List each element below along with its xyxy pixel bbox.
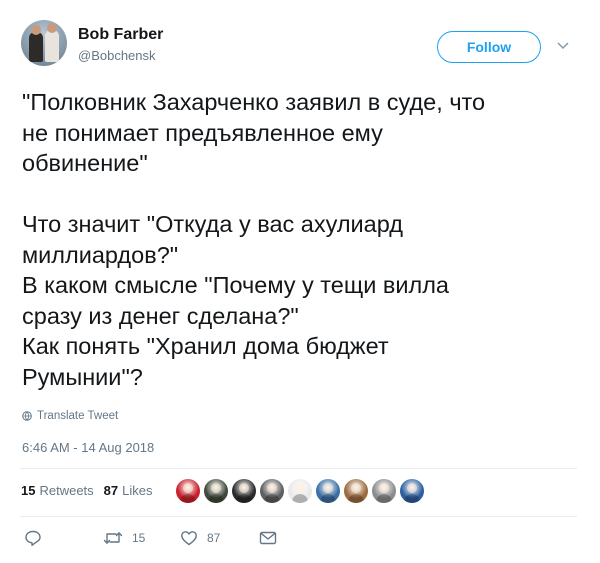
reply-icon (25, 530, 41, 546)
translate-label: Translate Tweet (37, 410, 119, 422)
tweet-line: обвинение" (22, 150, 148, 176)
envelope-icon (259, 531, 277, 545)
tweet-actions: 15 87 (0, 527, 600, 551)
retweet-button[interactable]: 15 (103, 529, 145, 547)
tweet-line: В каком смысле "Почему у тещи вилла (22, 272, 449, 298)
retweet-count: 15 (132, 531, 146, 545)
direct-message-button[interactable] (259, 530, 277, 546)
chevron-down-icon[interactable] (556, 38, 570, 52)
tweet-line: Что значит "Откуда у вас ахулиард (22, 211, 403, 237)
avatar-dark-cat-icon[interactable] (232, 479, 256, 503)
heart-icon (181, 531, 197, 546)
tweet-line: Как понять "Хранил дома бюджет (22, 333, 389, 359)
tweet-line (22, 179, 582, 210)
liker-avatars (176, 479, 424, 503)
likes-count: 87 (103, 483, 119, 498)
avatar-white-figure-icon[interactable] (288, 479, 312, 503)
tweet-line: Румынии"? (22, 363, 143, 390)
avatar-gray-icon[interactable] (260, 479, 284, 503)
author-handle[interactable]: @Bobchensk (78, 48, 156, 63)
avatar-blue-shirt-icon[interactable] (400, 479, 424, 503)
retweets-count: 15 (21, 483, 36, 498)
likes-stat[interactable]: 87 Likes (104, 483, 153, 498)
avatar-gray-man-icon[interactable] (372, 479, 396, 503)
avatar-red-icon[interactable] (176, 479, 200, 503)
follow-button[interactable]: Follow (437, 31, 541, 63)
likes-label: Likes (122, 483, 153, 498)
retweet-icon (103, 532, 123, 544)
like-count: 87 (207, 531, 221, 545)
retweets-label: Retweets (39, 483, 94, 498)
like-button[interactable]: 87 (180, 529, 220, 547)
retweets-stat[interactable]: 15 Retweets (21, 483, 94, 498)
reply-button[interactable] (24, 529, 51, 547)
tweet-line: не понимает предъявленное ему (22, 119, 383, 146)
globe-icon (22, 411, 32, 421)
tweet-stats: 15 Retweets 87 Likes (21, 483, 153, 498)
tweet-timestamp[interactable]: 6:46 AM - 14 Aug 2018 (22, 440, 154, 455)
tweet-text: "Полковник Захарченко заявил в суде, что… (22, 87, 582, 392)
tweet-line: "Полковник Захарченко заявил в суде, что (22, 89, 486, 115)
avatar-bronze-icon[interactable] (344, 479, 368, 503)
avatar-cartoon-blue-icon[interactable] (316, 479, 340, 503)
translate-tweet-link[interactable]: Translate Tweet (22, 410, 118, 422)
author-avatar[interactable] (21, 20, 67, 66)
author-name[interactable]: Bob Farber (78, 26, 163, 44)
divider (20, 468, 577, 469)
tweet-line: миллиардов?" (22, 241, 179, 268)
avatar-man-beard-icon[interactable] (204, 479, 228, 503)
divider (20, 516, 577, 517)
tweet-line: сразу из денег сделана?" (22, 302, 299, 329)
